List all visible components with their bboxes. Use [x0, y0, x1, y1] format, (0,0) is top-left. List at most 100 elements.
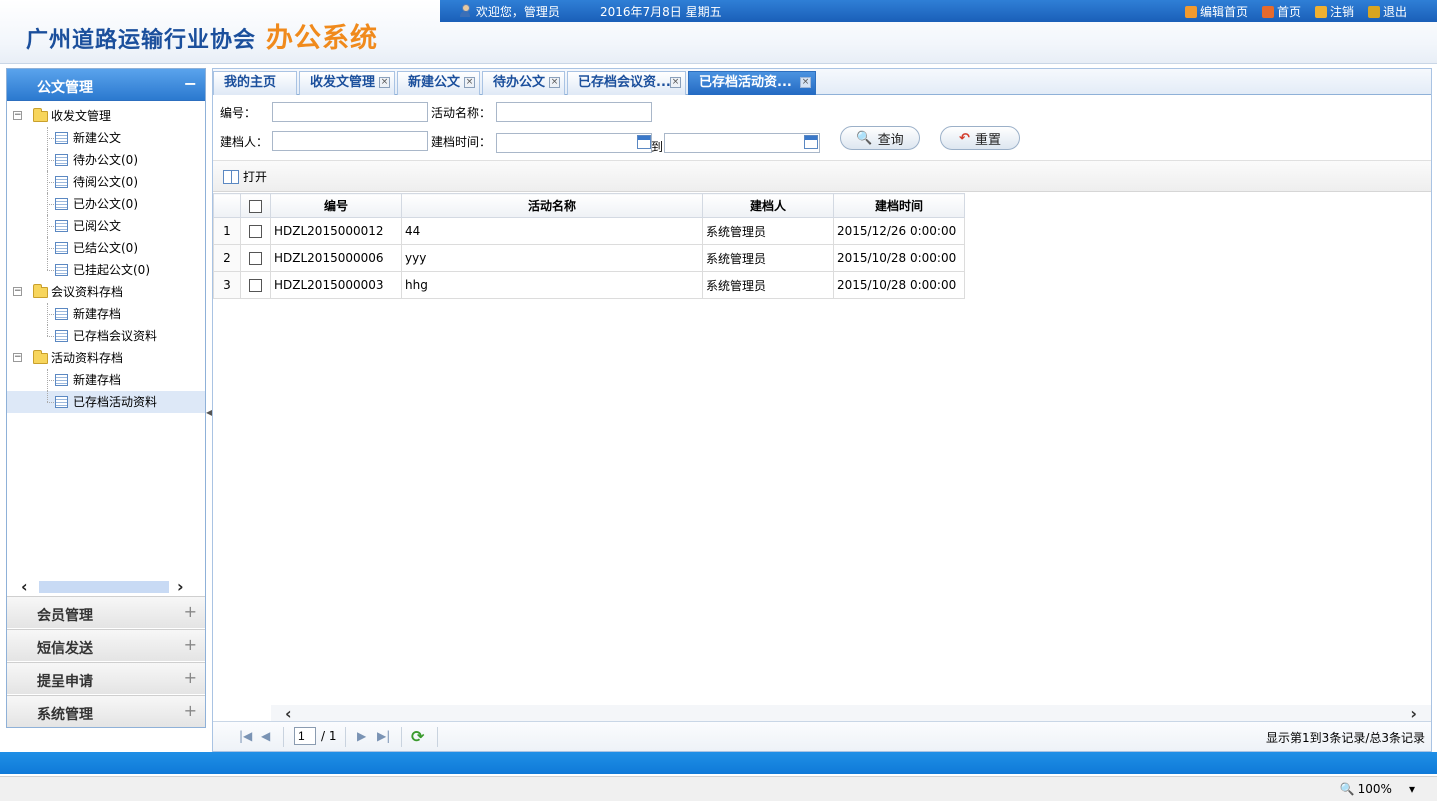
sidebar: 公文管理 − − 收发文管理 新建公文 待办公文(0) 待阅公文(0) 已办公文(0) 已阅… [6, 68, 206, 728]
section-header-system-management[interactable]: 系统管理 + [7, 695, 205, 727]
tree-item[interactable]: 已办公文(0) [7, 193, 205, 215]
last-page-icon[interactable]: ▶| [377, 729, 390, 743]
section-header-sms[interactable]: 短信发送 + [7, 629, 205, 661]
top-link-logout[interactable]: 注销 [1314, 3, 1354, 20]
section-header-member-management[interactable]: 会员管理 + [7, 596, 205, 628]
tree-connector [47, 402, 54, 403]
top-link-exit[interactable]: 退出 [1367, 3, 1407, 20]
column-header-creator[interactable]: 建档人 [702, 193, 834, 218]
document-icon [55, 396, 68, 408]
cell-activity-name: 44 [401, 217, 703, 245]
tab-close-icon[interactable]: × [464, 77, 475, 88]
cell-activity-name: hhg [401, 271, 703, 299]
table-row[interactable]: 2 HDZL2015000006 yyy 系统管理员 2015/10/28 0:00:0… [213, 244, 965, 272]
tab-5[interactable]: 已存档活动资... × [688, 71, 816, 95]
tree-horizontal-scrollbar[interactable]: ‹ › [7, 577, 205, 596]
archive-time-from-input[interactable] [496, 133, 652, 153]
column-header-activity-name[interactable]: 活动名称 [401, 193, 703, 218]
tree-item[interactable]: 已存档活动资料 [7, 391, 205, 413]
row-checkbox[interactable] [249, 225, 262, 238]
column-header-code[interactable]: 编号 [270, 193, 402, 218]
browser-status-bar: 🔍 100% ▾ [0, 776, 1437, 801]
table-row[interactable]: 1 HDZL2015000012 44 系统管理员 2015/12/26 0:00:00 [213, 217, 965, 245]
row-select-cell [240, 244, 271, 272]
tree-item[interactable]: 新建存档 [7, 303, 205, 325]
cell-code: HDZL2015000003 [270, 271, 402, 299]
archive-time-to-input[interactable] [664, 133, 820, 153]
top-link-grid[interactable]: 编辑首页 [1184, 3, 1248, 20]
current-date: 2016年7月8日 星期五 [600, 5, 722, 19]
tab-close-icon[interactable]: × [670, 77, 681, 88]
tree-connector [47, 314, 54, 315]
open-button[interactable]: 打开 [223, 168, 267, 185]
tab-close-icon[interactable]: × [549, 77, 560, 88]
zoom-magnifier-icon: 🔍 [1339, 782, 1355, 796]
top-links: 编辑首页 首页 注销 退出 [1184, 3, 1407, 20]
row-checkbox[interactable] [249, 252, 262, 265]
tree-item[interactable]: 新建存档 [7, 369, 205, 391]
tab-0[interactable]: 我的主页 [213, 71, 297, 95]
creator-input[interactable] [272, 131, 428, 151]
row-select-cell [240, 271, 271, 299]
tree-item[interactable]: 已挂起公文(0) [7, 259, 205, 281]
tree-item[interactable]: 待办公文(0) [7, 149, 205, 171]
scroll-left-icon[interactable]: ‹ [21, 577, 28, 596]
row-checkbox[interactable] [249, 279, 262, 292]
section-header-document-management[interactable]: 公文管理 − [7, 69, 205, 101]
query-button[interactable]: 🔍 查询 [840, 126, 920, 150]
dropdown-arrow-icon[interactable]: ▾ [1409, 782, 1415, 796]
tab-4[interactable]: 已存档会议资... × [567, 71, 686, 95]
tree-connector [47, 138, 54, 139]
expand-icon[interactable]: + [184, 701, 197, 720]
top-link-home[interactable]: 首页 [1261, 3, 1301, 20]
tab-2[interactable]: 新建公文 × [397, 71, 480, 95]
row-number: 2 [213, 244, 241, 272]
tab-close-icon[interactable]: × [379, 77, 390, 88]
tree-collapse-icon[interactable]: − [13, 111, 22, 120]
tree-folder[interactable]: − 收发文管理 [7, 105, 205, 127]
footer-bar [0, 752, 1437, 774]
select-all-checkbox[interactable] [249, 199, 262, 213]
page-number-input[interactable] [294, 727, 316, 745]
zoom-control[interactable]: 🔍 100% ▾ [1340, 782, 1415, 796]
expand-icon[interactable]: + [184, 668, 197, 687]
next-page-icon[interactable]: ▶ [357, 729, 366, 743]
tab-close-icon[interactable]: × [800, 77, 811, 88]
grid-horizontal-scrollbar[interactable]: ‹ › [271, 704, 1431, 723]
document-icon [55, 330, 68, 342]
tree-connector [47, 391, 48, 402]
app-header: 广州道路运输行业协会 办公系统 欢迎您，管理员 2016年7月8日 星期五 编辑首… [0, 0, 1437, 64]
tree-item[interactable]: 新建公文 [7, 127, 205, 149]
reset-button[interactable]: ↶ 重置 [940, 126, 1020, 150]
expand-icon[interactable]: + [184, 602, 197, 621]
column-header-archive-time[interactable]: 建档时间 [833, 193, 965, 218]
section-header-submit-request[interactable]: 提呈申请 + [7, 662, 205, 694]
tab-3[interactable]: 待办公文 × [482, 71, 565, 95]
table-row[interactable]: 3 HDZL2015000003 hhg 系统管理员 2015/10/28 0:00:0… [213, 271, 965, 299]
scroll-right-icon[interactable]: › [177, 577, 184, 596]
tree-item[interactable]: 已阅公文 [7, 215, 205, 237]
previous-page-icon[interactable]: ◀ [261, 729, 270, 743]
tree-folder[interactable]: − 会议资料存档 [7, 281, 205, 303]
tree-item[interactable]: 已存档会议资料 [7, 325, 205, 347]
calendar-icon[interactable] [637, 135, 651, 149]
calendar-icon[interactable] [804, 135, 818, 149]
folder-icon [33, 108, 48, 122]
tree-collapse-icon[interactable]: − [13, 287, 22, 296]
tree-collapse-icon[interactable]: − [13, 353, 22, 362]
exit-icon [1367, 5, 1380, 18]
tab-1[interactable]: 收发文管理 × [299, 71, 395, 95]
code-input[interactable] [272, 102, 428, 122]
tree-folder[interactable]: − 活动资料存档 [7, 347, 205, 369]
collapse-icon[interactable]: − [184, 74, 197, 93]
scrollbar-thumb[interactable] [39, 581, 169, 593]
expand-icon[interactable]: + [184, 635, 197, 654]
first-page-icon[interactable]: |◀ [239, 729, 252, 743]
logo-system-name: 办公系统 [266, 23, 379, 54]
tree-item[interactable]: 待阅公文(0) [7, 171, 205, 193]
cell-activity-name: yyy [401, 244, 703, 272]
tree-item[interactable]: 已结公文(0) [7, 237, 205, 259]
activity-name-input[interactable] [496, 102, 652, 122]
refresh-icon[interactable]: ⟳ [411, 727, 424, 746]
select-all-header [240, 193, 271, 218]
